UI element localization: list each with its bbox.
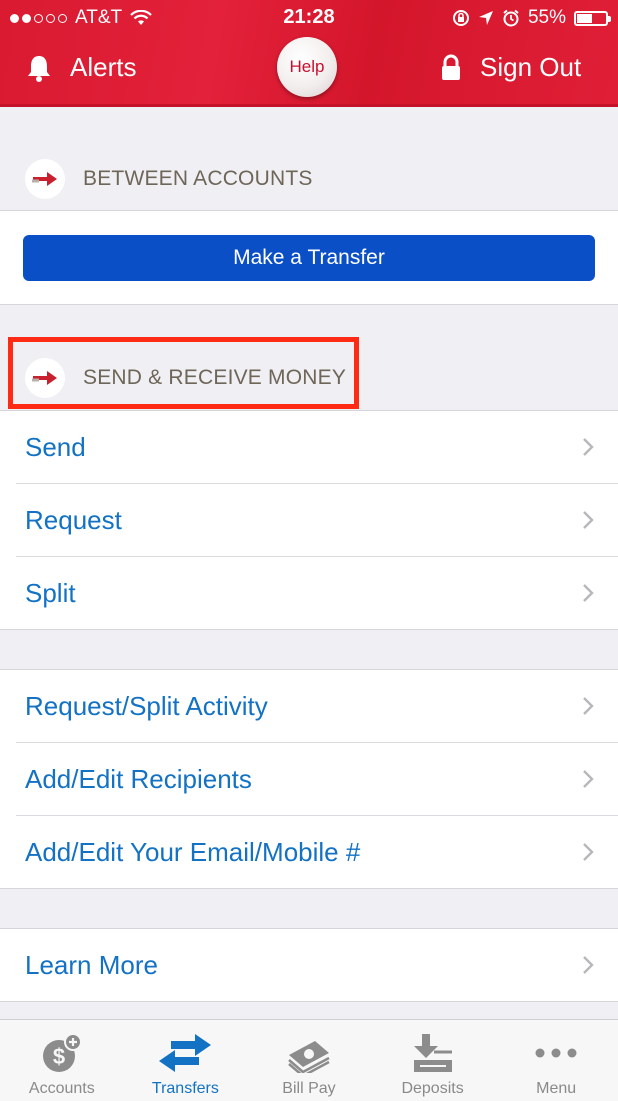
transfer-arrow-icon [25, 159, 65, 199]
chevron-right-icon [583, 584, 594, 602]
bell-icon [28, 55, 50, 82]
list-item-label: Add/Edit Recipients [25, 763, 252, 794]
tab-menu[interactable]: Menu [494, 1020, 618, 1101]
chevron-right-icon [583, 697, 594, 715]
transfers-icon [159, 1034, 212, 1072]
accounts-icon: $ [42, 1033, 82, 1072]
make-transfer-button[interactable]: Make a Transfer [23, 235, 595, 281]
battery-percent: 55% [527, 7, 566, 28]
list-item-label: Request [25, 504, 122, 535]
list-item-label: Request/Split Activity [25, 690, 268, 721]
list-item-learn-more[interactable]: Learn More [16, 929, 618, 1001]
chevron-right-icon [583, 770, 594, 788]
manage-list: Request/Split Activity Add/Edit Recipien… [0, 669, 618, 889]
status-bar: AT&T 21:28 55% [0, 0, 618, 34]
tab-label: Menu [536, 1080, 577, 1097]
battery-icon [574, 10, 611, 26]
between-accounts-title: BETWEEN ACCOUNTS [83, 167, 313, 190]
chevron-right-icon [583, 956, 594, 974]
highlight-box [8, 337, 359, 409]
between-accounts-card: Make a Transfer [0, 210, 618, 305]
tab-bill-pay[interactable]: Bill Pay [247, 1020, 371, 1101]
tab-bar: $ Accounts Transfers Bill Pay Deposits M… [0, 1019, 618, 1101]
tab-deposits[interactable]: Deposits [371, 1020, 495, 1101]
list-item-request[interactable]: Request [16, 484, 618, 557]
location-icon [478, 11, 493, 25]
list-item-split[interactable]: Split [16, 557, 618, 629]
send-receive-list: Send Request Split [0, 410, 618, 630]
chevron-right-icon [583, 438, 594, 456]
tab-label: Bill Pay [282, 1080, 336, 1097]
list-item-label: Learn More [25, 949, 158, 980]
help-label: Help [289, 57, 325, 76]
rotation-lock-icon [452, 10, 469, 26]
alerts-button[interactable]: Alerts [26, 52, 136, 83]
list-item-edit-recipients[interactable]: Add/Edit Recipients [16, 743, 618, 816]
alerts-label: Alerts [70, 52, 137, 82]
menu-icon [535, 1048, 577, 1058]
bill-pay-icon [288, 1041, 330, 1073]
svg-text:$: $ [53, 1044, 65, 1069]
tab-label: Deposits [401, 1080, 464, 1097]
tab-label: Transfers [151, 1080, 219, 1097]
lock-icon [442, 54, 460, 80]
tab-transfers[interactable]: Transfers [124, 1020, 248, 1101]
alarm-icon [503, 9, 519, 27]
list-item-edit-email-mobile[interactable]: Add/Edit Your Email/Mobile # [16, 816, 618, 888]
learn-list: Learn More [0, 928, 618, 1002]
sign-out-button[interactable]: Sign Out [440, 52, 581, 83]
help-button[interactable]: Help [277, 37, 337, 97]
list-item-label: Send [25, 431, 86, 462]
top-bar: AT&T 21:28 55% Alerts Help Sign Out [0, 0, 618, 107]
tab-label: Accounts [28, 1080, 95, 1097]
chevron-right-icon [583, 511, 594, 529]
deposits-icon [413, 1034, 452, 1072]
list-item-request-split-activity[interactable]: Request/Split Activity [16, 670, 618, 743]
list-item-label: Split [25, 577, 76, 608]
list-item-send[interactable]: Send [16, 411, 618, 484]
chevron-right-icon [583, 843, 594, 861]
between-accounts-header: BETWEEN ACCOUNTS [0, 148, 618, 210]
list-item-label: Add/Edit Your Email/Mobile # [25, 836, 361, 867]
tab-accounts[interactable]: $ Accounts [0, 1020, 124, 1101]
sign-out-label: Sign Out [480, 52, 582, 82]
